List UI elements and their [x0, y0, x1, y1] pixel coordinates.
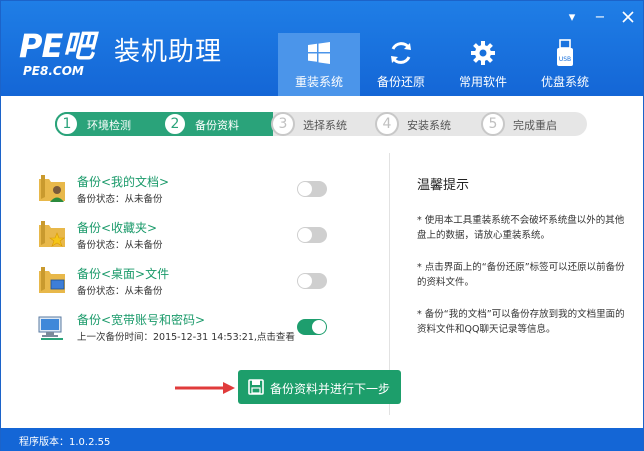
backup-next-label: 备份资料并进行下一步 [270, 382, 391, 396]
nav-tab-software[interactable]: 常用软件 [442, 33, 524, 96]
backup-item-documents: 备份<我的文档> 备份状态：从未备份 [37, 169, 347, 215]
app-window: PE吧 PE8.COM 装机助理 ▾ − 重装系统 备份还原 常用软件 USB … [0, 0, 644, 451]
dropdown-menu-button[interactable]: ▾ [565, 11, 579, 25]
refresh-icon [391, 42, 411, 64]
gear-icon [471, 41, 495, 65]
backup-toggle-desktop[interactable] [297, 273, 327, 289]
svg-text:USB: USB [559, 56, 571, 63]
backup-item-broadband: 备份<宽带账号和密码> 上一次备份时间：2015-12-31 14:53:21,… [37, 307, 347, 353]
close-button[interactable] [621, 11, 635, 25]
step-number: 3 [271, 112, 295, 136]
status-bar: 程序版本：1.0.2.55 [1, 428, 643, 451]
step-number: 2 [163, 112, 187, 136]
backup-status: 备份状态：从未备份 [77, 194, 163, 205]
step-label: 选择系统 [303, 119, 347, 132]
tip-text: * 使用本工具重装系统不会破坏系统盘以外的其他盘上的数据，请放心重装系统。 [417, 215, 625, 241]
step-number: 4 [375, 112, 399, 136]
toggle-knob [298, 228, 312, 242]
backup-last-time[interactable]: 上一次备份时间：2015-12-31 14:53:21,点击查看 [77, 329, 295, 343]
backup-options-list: 备份<我的文档> 备份状态：从未备份 备份<收藏夹> 备份状态：从未备份 备份<… [37, 169, 347, 353]
star-folder-icon [39, 221, 65, 247]
step-label: 安装系统 [407, 119, 451, 132]
step-progress-bar: 1 环境检测 2 备份资料 3 选择系统 4 安装系统 5 完成重启 [55, 112, 587, 136]
backup-toggle-documents[interactable] [297, 181, 327, 197]
usb-icon: USB [557, 39, 573, 66]
nav-tab-backup-restore[interactable]: 备份还原 [360, 33, 442, 96]
tips-title: 温馨提示 [417, 178, 470, 193]
step-label: 备份资料 [195, 119, 239, 132]
logo-sub-text: PE8.COM [23, 64, 84, 78]
arrow-pointer-icon [175, 382, 235, 394]
step-number: 1 [55, 112, 79, 136]
backup-status: 备份状态：从未备份 [77, 240, 163, 251]
backup-item-title[interactable]: 备份<桌面>文件 [77, 265, 169, 282]
step-label: 完成重启 [513, 119, 557, 132]
minimize-button[interactable]: − [593, 11, 607, 25]
app-title: 装机助理 [114, 37, 223, 67]
tips-panel: 温馨提示 * 使用本工具重装系统不会破坏系统盘以外的其他盘上的数据，请放心重装系… [417, 174, 627, 354]
windows-icon [308, 42, 330, 64]
backup-item-favorites: 备份<收藏夹> 备份状态：从未备份 [37, 215, 347, 261]
step-number: 5 [481, 112, 505, 136]
backup-next-button[interactable]: 备份资料并进行下一步 [238, 370, 401, 404]
main-nav: 重装系统 备份还原 常用软件 USB 优盘系统 [278, 33, 606, 96]
backup-item-title[interactable]: 备份<我的文档> [77, 173, 169, 190]
header-bar: PE吧 PE8.COM 装机助理 ▾ − 重装系统 备份还原 常用软件 USB … [1, 1, 643, 96]
toggle-knob [312, 320, 326, 334]
nav-tab-label: 备份还原 [376, 75, 425, 89]
backup-toggle-broadband[interactable] [297, 319, 327, 335]
logo: PE吧 PE8.COM [19, 27, 111, 78]
logo-main-text: PE吧 [19, 27, 94, 65]
network-icon [38, 316, 63, 340]
tip-text: * 备份“我的文档”可以备份存放到我的文档里面的资料文件和QQ聊天记录等信息。 [417, 309, 625, 335]
backup-item-title[interactable]: 备份<收藏夹> [77, 219, 157, 236]
close-icon [622, 11, 634, 23]
nav-tab-label: 优盘系统 [540, 75, 589, 89]
user-folder-icon [39, 175, 65, 202]
nav-tab-usb-system[interactable]: USB 优盘系统 [524, 33, 606, 96]
backup-toggle-favorites[interactable] [297, 227, 327, 243]
backup-item-desktop: 备份<桌面>文件 备份状态：从未备份 [37, 261, 347, 307]
toggle-knob [298, 182, 312, 196]
desktop-folder-icon [39, 267, 65, 293]
nav-tab-label: 重装系统 [294, 75, 343, 89]
window-controls: ▾ − [565, 11, 635, 25]
nav-tab-reinstall[interactable]: 重装系统 [278, 33, 360, 96]
toggle-knob [298, 274, 312, 288]
backup-status: 备份状态：从未备份 [77, 286, 163, 297]
save-icon [248, 379, 264, 395]
backup-item-title[interactable]: 备份<宽带账号和密码> [77, 311, 205, 328]
step-label: 环境检测 [87, 119, 131, 132]
nav-tab-label: 常用软件 [458, 75, 507, 89]
tip-text: * 点击界面上的“备份还原”标签可以还原以前备份的资料文件。 [417, 262, 625, 288]
version-text: 程序版本：1.0.2.55 [19, 437, 111, 448]
